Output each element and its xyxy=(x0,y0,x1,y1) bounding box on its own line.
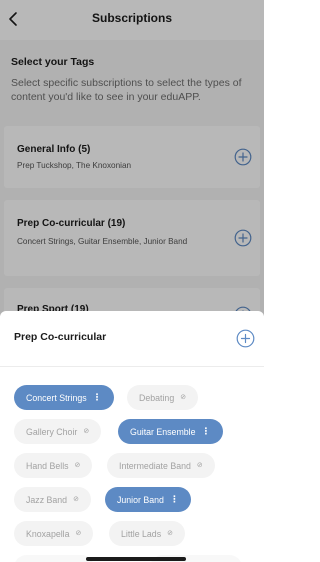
tag-label: Little Lads xyxy=(121,528,162,539)
plus-circle-icon[interactable] xyxy=(236,329,255,348)
sheet-title: Prep Co-curricular xyxy=(14,331,107,343)
x-circle-icon[interactable]: ⊘ xyxy=(167,530,173,537)
tag-chip-concert-strings[interactable]: Concert Strings ⋮ xyxy=(14,385,114,410)
tag-chip-partial[interactable] xyxy=(14,555,94,562)
more-vertical-icon[interactable]: ⋮ xyxy=(202,427,211,436)
x-circle-icon[interactable]: ⊘ xyxy=(76,530,82,537)
x-circle-icon[interactable]: ⊘ xyxy=(83,428,89,435)
tag-chip-guitar-ensemble[interactable]: Guitar Ensemble ⋮ xyxy=(118,419,223,444)
tag-chip-knoxapella[interactable]: Knoxapella ⊘ xyxy=(14,521,94,546)
divider xyxy=(0,366,264,367)
tag-chip-debating[interactable]: Debating ⊘ xyxy=(127,385,199,410)
tag-label: Concert Strings xyxy=(26,392,87,403)
home-indicator xyxy=(86,557,186,561)
x-circle-icon[interactable]: ⊘ xyxy=(73,496,79,503)
tag-chip-junior-band[interactable]: Junior Band ⋮ xyxy=(105,487,191,512)
tag-label: Guitar Ensemble xyxy=(130,426,196,437)
tag-chip-jazz-band[interactable]: Jazz Band ⊘ xyxy=(14,487,91,512)
more-vertical-icon[interactable]: ⋮ xyxy=(170,495,179,504)
more-vertical-icon[interactable]: ⋮ xyxy=(93,393,102,402)
x-circle-icon[interactable]: ⊘ xyxy=(197,462,203,469)
tag-label: Gallery Choir xyxy=(26,426,78,437)
tag-label: Debating xyxy=(139,392,175,403)
tag-chip-intermediate-band[interactable]: Intermediate Band ⊘ xyxy=(107,453,215,478)
tag-label: Knoxapella xyxy=(26,528,70,539)
tag-label: Hand Bells xyxy=(26,460,69,471)
x-circle-icon[interactable]: ⊘ xyxy=(75,462,81,469)
bottom-sheet: Prep Co-curricular Concert Strings ⋮ Deb… xyxy=(0,311,264,562)
tag-chip-hand-bells[interactable]: Hand Bells ⊘ xyxy=(14,453,93,478)
tag-label: Jazz Band xyxy=(26,494,68,505)
tag-chip-little-lads[interactable]: Little Lads ⊘ xyxy=(109,521,185,546)
tag-label: Junior Band xyxy=(117,494,164,505)
modal-backdrop[interactable] xyxy=(0,0,264,340)
tag-chip-gallery-choir[interactable]: Gallery Choir ⊘ xyxy=(14,419,102,444)
tag-label: Intermediate Band xyxy=(119,460,191,471)
x-circle-icon[interactable]: ⊘ xyxy=(180,394,186,401)
